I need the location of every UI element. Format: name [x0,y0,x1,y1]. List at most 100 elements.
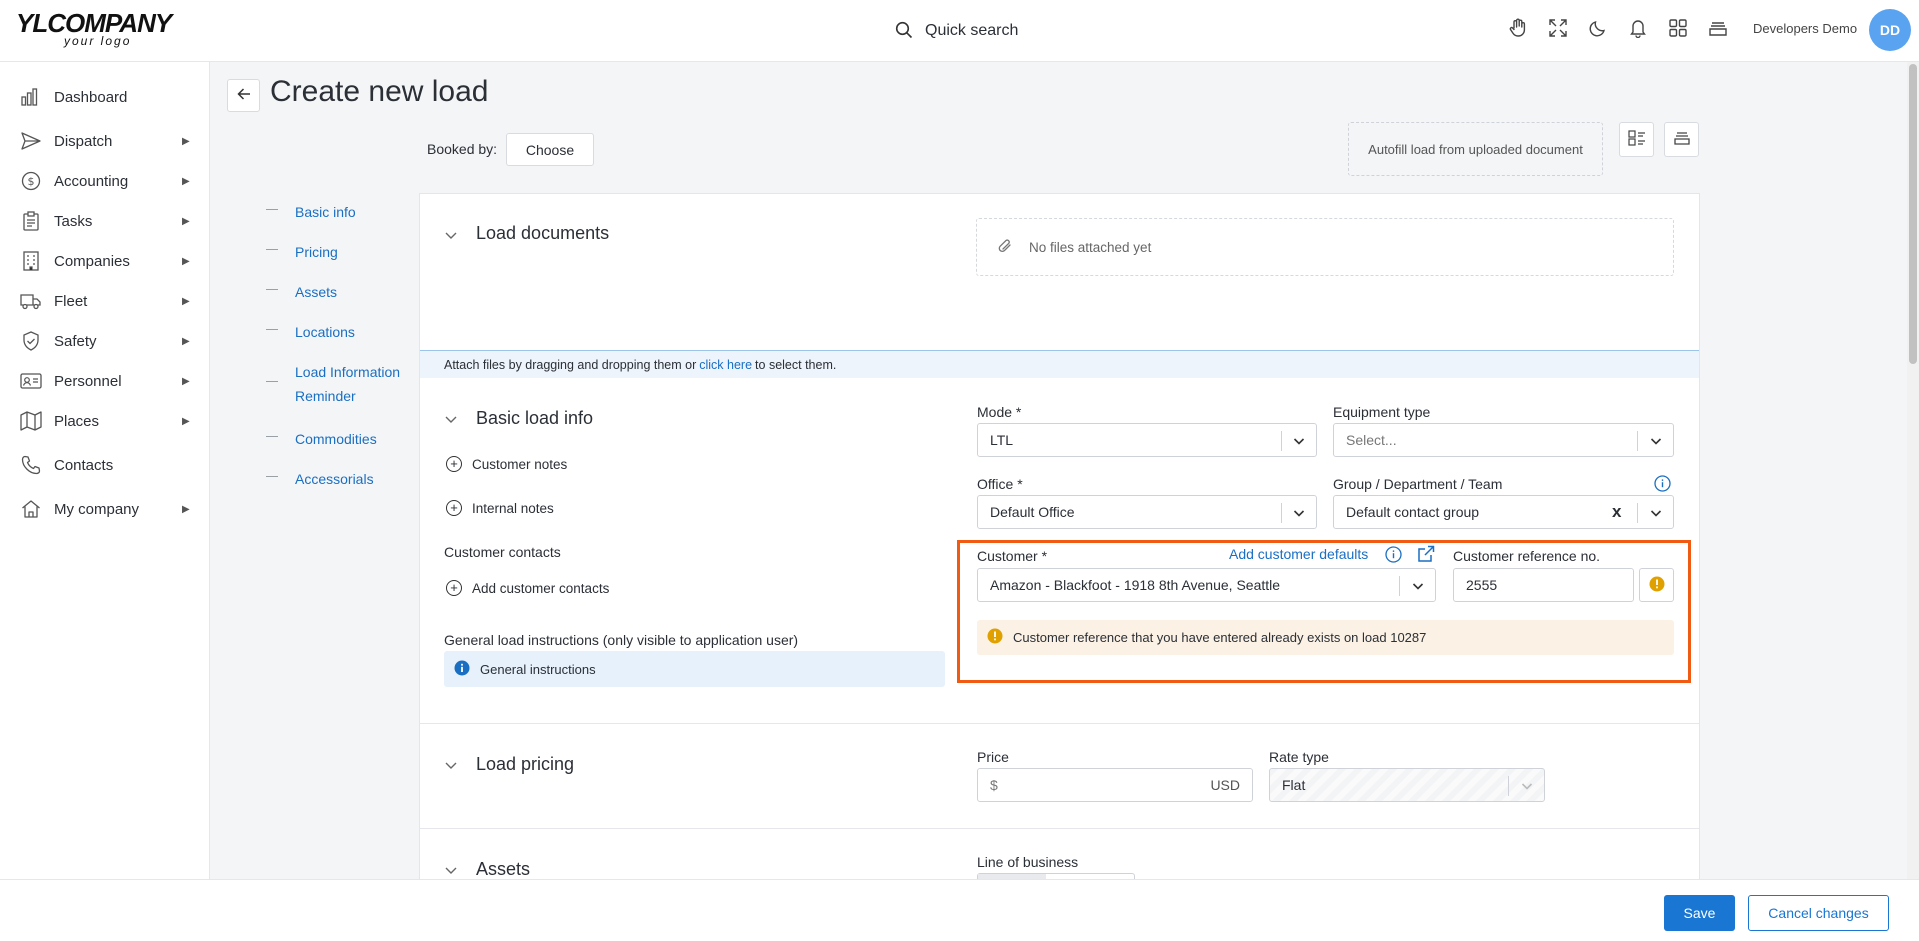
customer-select[interactable]: Amazon - Blackfoot - 1918 8th Avenue, Se… [977,568,1436,602]
rate-type-value: Flat [1282,777,1306,793]
paperclip-icon [997,237,1013,258]
sidebar-item-label: Contacts [54,456,114,474]
add-customer-contacts-label: Add customer contacts [472,580,610,596]
sidebar-item-label: Safety [54,332,97,350]
info-icon[interactable] [1654,475,1671,495]
office-select[interactable]: Default Office [977,495,1317,529]
price-prefix: $ [990,777,998,793]
sidebar-item-label: Places [54,412,100,430]
add-customer-defaults-link[interactable]: Add customer defaults [1229,546,1368,562]
customer-notes-label: Customer notes [472,456,568,472]
office-value: Default Office [990,504,1075,520]
user-name[interactable]: Developers Demo [1753,21,1857,36]
sidebar-item-label: Tasks [54,212,93,230]
choose-booked-by-button[interactable]: Choose [506,133,594,166]
group-select[interactable]: Default contact group x [1333,495,1674,529]
duplicate-reference-warning: Customer reference that you have entered… [977,620,1674,655]
scrollbar-thumb[interactable] [1909,64,1917,364]
search-icon [895,21,913,42]
company-logo[interactable]: YLCOMPANY your logo [16,10,172,50]
general-instructions-box[interactable]: General instructions [444,651,945,687]
sidebar-item-dashboard[interactable]: Dashboard [0,77,210,117]
bell-icon[interactable] [1628,16,1648,40]
chart-icon [20,86,42,108]
home-icon [20,498,42,520]
toc-dash [266,436,278,437]
quick-search-label: Quick search [925,22,1019,39]
chevron-down-icon [1292,434,1306,448]
sidebar-item-personnel[interactable]: Personnel ▶ [0,361,210,401]
add-customer-contacts-button[interactable]: + Add customer contacts [446,580,609,596]
sidebar-item-label: Companies [54,252,130,270]
internal-notes-button[interactable]: + Internal notes [446,500,554,516]
clear-x-icon[interactable]: x [1612,502,1621,522]
cancel-changes-button[interactable]: Cancel changes [1748,895,1889,931]
submenu-arrow-icon: ▶ [182,503,190,515]
general-instructions-value: General instructions [480,661,596,677]
svg-text:$: $ [28,175,35,188]
mode-select[interactable]: LTL [977,423,1317,457]
clipboard-icon [20,210,42,232]
stack-icon[interactable] [1708,16,1728,40]
sidebar-item-safety[interactable]: Safety ▶ [0,321,210,361]
submenu-arrow-icon: ▶ [182,215,190,227]
external-link-icon[interactable] [1417,545,1435,566]
toc-label: Basic info [295,204,356,220]
sidebar-item-my-company[interactable]: My company ▶ [0,489,210,529]
toc-dash [266,289,278,290]
customer-notes-button[interactable]: + Customer notes [446,456,567,472]
customer-reference-input[interactable]: 2555 [1453,568,1634,602]
layout-toggle-button[interactable] [1619,122,1654,157]
section-title-assets: Assets [476,859,531,879]
back-button[interactable] [227,79,260,112]
sidebar-item-accounting[interactable]: $ Accounting ▶ [0,161,210,201]
quick-search[interactable]: Quick search [895,17,1018,45]
select-separator [1281,431,1282,451]
price-input[interactable]: $ USD [977,768,1253,802]
select-separator [1508,776,1509,796]
template-button[interactable] [1664,122,1699,157]
click-here-link[interactable]: click here [699,358,752,372]
hand-icon[interactable] [1508,16,1528,40]
info-filled-icon [454,660,470,679]
rate-type-select[interactable]: Flat [1269,768,1545,802]
chevron-down-icon[interactable] [444,863,458,877]
sidebar-item-label: Personnel [54,372,122,390]
internal-notes-label: Internal notes [472,500,554,516]
chevron-down-icon[interactable] [444,228,458,242]
apps-grid-icon[interactable] [1668,16,1688,40]
info-icon[interactable] [1385,546,1402,566]
booked-by-label: Booked by: [427,141,498,157]
sidebar-item-contacts[interactable]: Contacts [0,445,210,485]
sidebar-item-label: Fleet [54,292,88,310]
page-scrollbar[interactable] [1907,62,1919,879]
sidebar-item-fleet[interactable]: Fleet ▶ [0,281,210,321]
submenu-arrow-icon: ▶ [182,415,190,427]
moon-icon[interactable] [1588,16,1608,40]
fullscreen-icon[interactable] [1548,16,1568,40]
autofill-button[interactable]: Autofill load from uploaded document [1348,122,1603,176]
arrow-left-icon [236,87,251,104]
sidebar-item-companies[interactable]: Companies ▶ [0,241,210,281]
sidebar-item-label: My company [54,500,140,518]
select-separator [1399,576,1400,596]
avatar[interactable]: DD [1869,9,1911,51]
reference-warning-button[interactable] [1639,568,1674,602]
chevron-down-icon[interactable] [444,758,458,772]
sidebar-item-tasks[interactable]: Tasks ▶ [0,201,210,241]
price-currency: USD [1210,777,1240,793]
toc-label: Assets [295,284,338,300]
select-separator [1637,431,1638,451]
top-bar: YLCOMPANY your logo Quick search Develop… [0,0,1919,62]
document-dropzone[interactable]: No files attached yet [976,218,1674,276]
sidebar-item-places[interactable]: Places ▶ [0,401,210,441]
group-label: Group / Department / Team [1333,476,1503,492]
shield-icon [20,330,42,352]
section-title-load-pricing: Load pricing [476,754,575,774]
equipment-type-select[interactable]: Select... [1333,423,1674,457]
sidebar-item-dispatch[interactable]: Dispatch ▶ [0,121,210,161]
toc-dash [266,249,278,250]
chevron-down-icon [1649,506,1663,520]
save-button[interactable]: Save [1664,895,1735,931]
chevron-down-icon[interactable] [444,412,458,426]
